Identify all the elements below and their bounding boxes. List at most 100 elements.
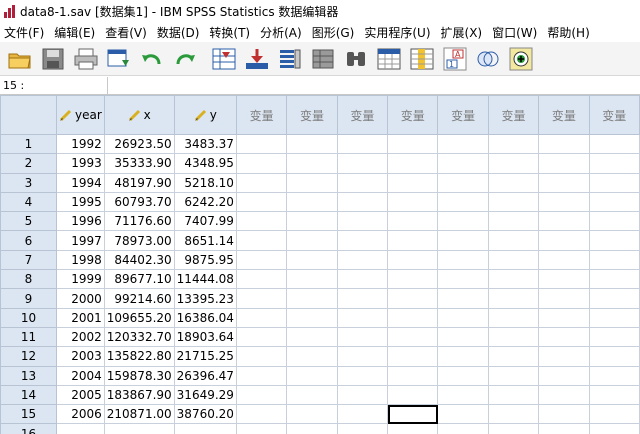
column-header-empty[interactable]: 变量 — [487, 95, 540, 135]
column-header-x[interactable]: x — [103, 95, 175, 135]
empty-cell[interactable] — [588, 191, 640, 213]
value-labels-icon[interactable] — [474, 46, 502, 72]
empty-cell[interactable] — [437, 288, 489, 309]
empty-cell[interactable] — [487, 191, 540, 213]
empty-cell[interactable] — [437, 191, 489, 213]
data-cell-year[interactable] — [55, 423, 105, 434]
data-cell-year[interactable]: 2000 — [55, 288, 105, 309]
empty-cell[interactable] — [437, 384, 489, 406]
data-cell-y[interactable]: 5218.10 — [173, 172, 237, 193]
empty-cell[interactable] — [336, 307, 389, 328]
empty-cell[interactable] — [487, 326, 540, 348]
row-number[interactable]: 10 — [0, 307, 57, 328]
empty-cell[interactable] — [286, 307, 338, 328]
empty-cell[interactable] — [286, 288, 338, 309]
row-number[interactable]: 9 — [0, 288, 57, 309]
data-cell-y[interactable]: 31649.29 — [173, 384, 237, 406]
empty-cell[interactable] — [437, 153, 489, 174]
empty-cell[interactable] — [336, 249, 389, 271]
row-number[interactable]: 11 — [0, 326, 57, 348]
data-cell-y[interactable]: 9875.95 — [173, 249, 237, 271]
empty-cell[interactable] — [538, 404, 590, 425]
empty-cell[interactable] — [588, 153, 640, 174]
empty-cell[interactable] — [235, 307, 288, 328]
empty-cell[interactable] — [588, 365, 640, 386]
column-header-empty[interactable]: 变量 — [437, 95, 489, 135]
empty-cell[interactable] — [387, 230, 439, 251]
empty-cell[interactable] — [588, 269, 640, 290]
empty-cell[interactable] — [387, 288, 439, 309]
row-number[interactable]: 5 — [0, 211, 57, 232]
empty-cell[interactable] — [235, 423, 288, 434]
data-cell-x[interactable]: 26923.50 — [103, 133, 175, 155]
column-header-empty[interactable]: 变量 — [588, 95, 640, 135]
empty-cell[interactable] — [437, 211, 489, 232]
column-header-y[interactable]: y — [173, 95, 237, 135]
data-cell-year[interactable]: 1994 — [55, 172, 105, 193]
row-number[interactable]: 1 — [0, 133, 57, 155]
empty-cell[interactable] — [487, 269, 540, 290]
menu-help[interactable]: 帮助(H) — [543, 24, 593, 41]
row-number[interactable]: 4 — [0, 191, 57, 213]
empty-cell[interactable] — [487, 172, 540, 193]
find-icon[interactable] — [342, 46, 370, 72]
data-cell-x[interactable]: 84402.30 — [103, 249, 175, 271]
empty-cell[interactable] — [387, 384, 439, 406]
empty-cell[interactable] — [336, 404, 389, 425]
data-cell-year[interactable]: 2002 — [55, 326, 105, 348]
empty-cell[interactable] — [387, 269, 439, 290]
empty-cell[interactable] — [336, 230, 389, 251]
data-cell-x[interactable]: 183867.90 — [103, 384, 175, 406]
empty-cell[interactable] — [538, 230, 590, 251]
empty-cell[interactable] — [538, 269, 590, 290]
empty-cell[interactable] — [336, 326, 389, 348]
column-header-empty[interactable]: 变量 — [235, 95, 288, 135]
row-number[interactable]: 13 — [0, 365, 57, 386]
data-cell-year[interactable]: 1992 — [55, 133, 105, 155]
empty-cell[interactable] — [235, 326, 288, 348]
data-cell-x[interactable]: 48197.90 — [103, 172, 175, 193]
menu-transform[interactable]: 转换(T) — [205, 24, 254, 41]
data-cell-year[interactable]: 2005 — [55, 384, 105, 406]
dialog-recall-icon[interactable] — [105, 46, 133, 72]
empty-cell[interactable] — [286, 269, 338, 290]
empty-cell[interactable] — [588, 307, 640, 328]
empty-cell[interactable] — [387, 423, 439, 434]
data-cell-y[interactable]: 16386.04 — [173, 307, 237, 328]
data-cell-x[interactable]: 210871.00 — [103, 404, 175, 425]
empty-cell[interactable] — [437, 326, 489, 348]
open-folder-icon[interactable] — [6, 46, 34, 72]
empty-cell[interactable] — [286, 365, 338, 386]
menu-file[interactable]: 文件(F) — [0, 24, 48, 41]
empty-cell[interactable] — [588, 346, 640, 367]
empty-cell[interactable] — [286, 153, 338, 174]
undo-icon[interactable] — [138, 46, 166, 72]
data-cell-year[interactable]: 1998 — [55, 249, 105, 271]
empty-cell[interactable] — [487, 404, 540, 425]
empty-cell[interactable] — [286, 384, 338, 406]
print-icon[interactable] — [72, 46, 100, 72]
empty-cell[interactable] — [437, 269, 489, 290]
column-header-empty[interactable]: 变量 — [336, 95, 389, 135]
empty-cell[interactable] — [387, 326, 439, 348]
empty-cell[interactable] — [286, 133, 338, 155]
empty-cell[interactable] — [387, 346, 439, 367]
empty-cell[interactable] — [588, 288, 640, 309]
empty-cell[interactable] — [437, 133, 489, 155]
empty-cell[interactable] — [437, 172, 489, 193]
empty-cell[interactable] — [387, 365, 439, 386]
empty-cell[interactable] — [487, 230, 540, 251]
empty-cell[interactable] — [235, 269, 288, 290]
empty-cell[interactable] — [588, 211, 640, 232]
menu-utilities[interactable]: 实用程序(U) — [360, 24, 434, 41]
empty-cell[interactable] — [487, 153, 540, 174]
data-cell-y[interactable]: 11444.08 — [173, 269, 237, 290]
data-cell-y[interactable] — [173, 423, 237, 434]
menu-view[interactable]: 查看(V) — [101, 24, 151, 41]
empty-cell[interactable] — [286, 346, 338, 367]
data-cell-x[interactable]: 120332.70 — [103, 326, 175, 348]
data-cell-year[interactable]: 2003 — [55, 346, 105, 367]
data-cell-y[interactable]: 8651.14 — [173, 230, 237, 251]
column-header-empty[interactable]: 变量 — [538, 95, 590, 135]
data-cell-x[interactable]: 99214.60 — [103, 288, 175, 309]
